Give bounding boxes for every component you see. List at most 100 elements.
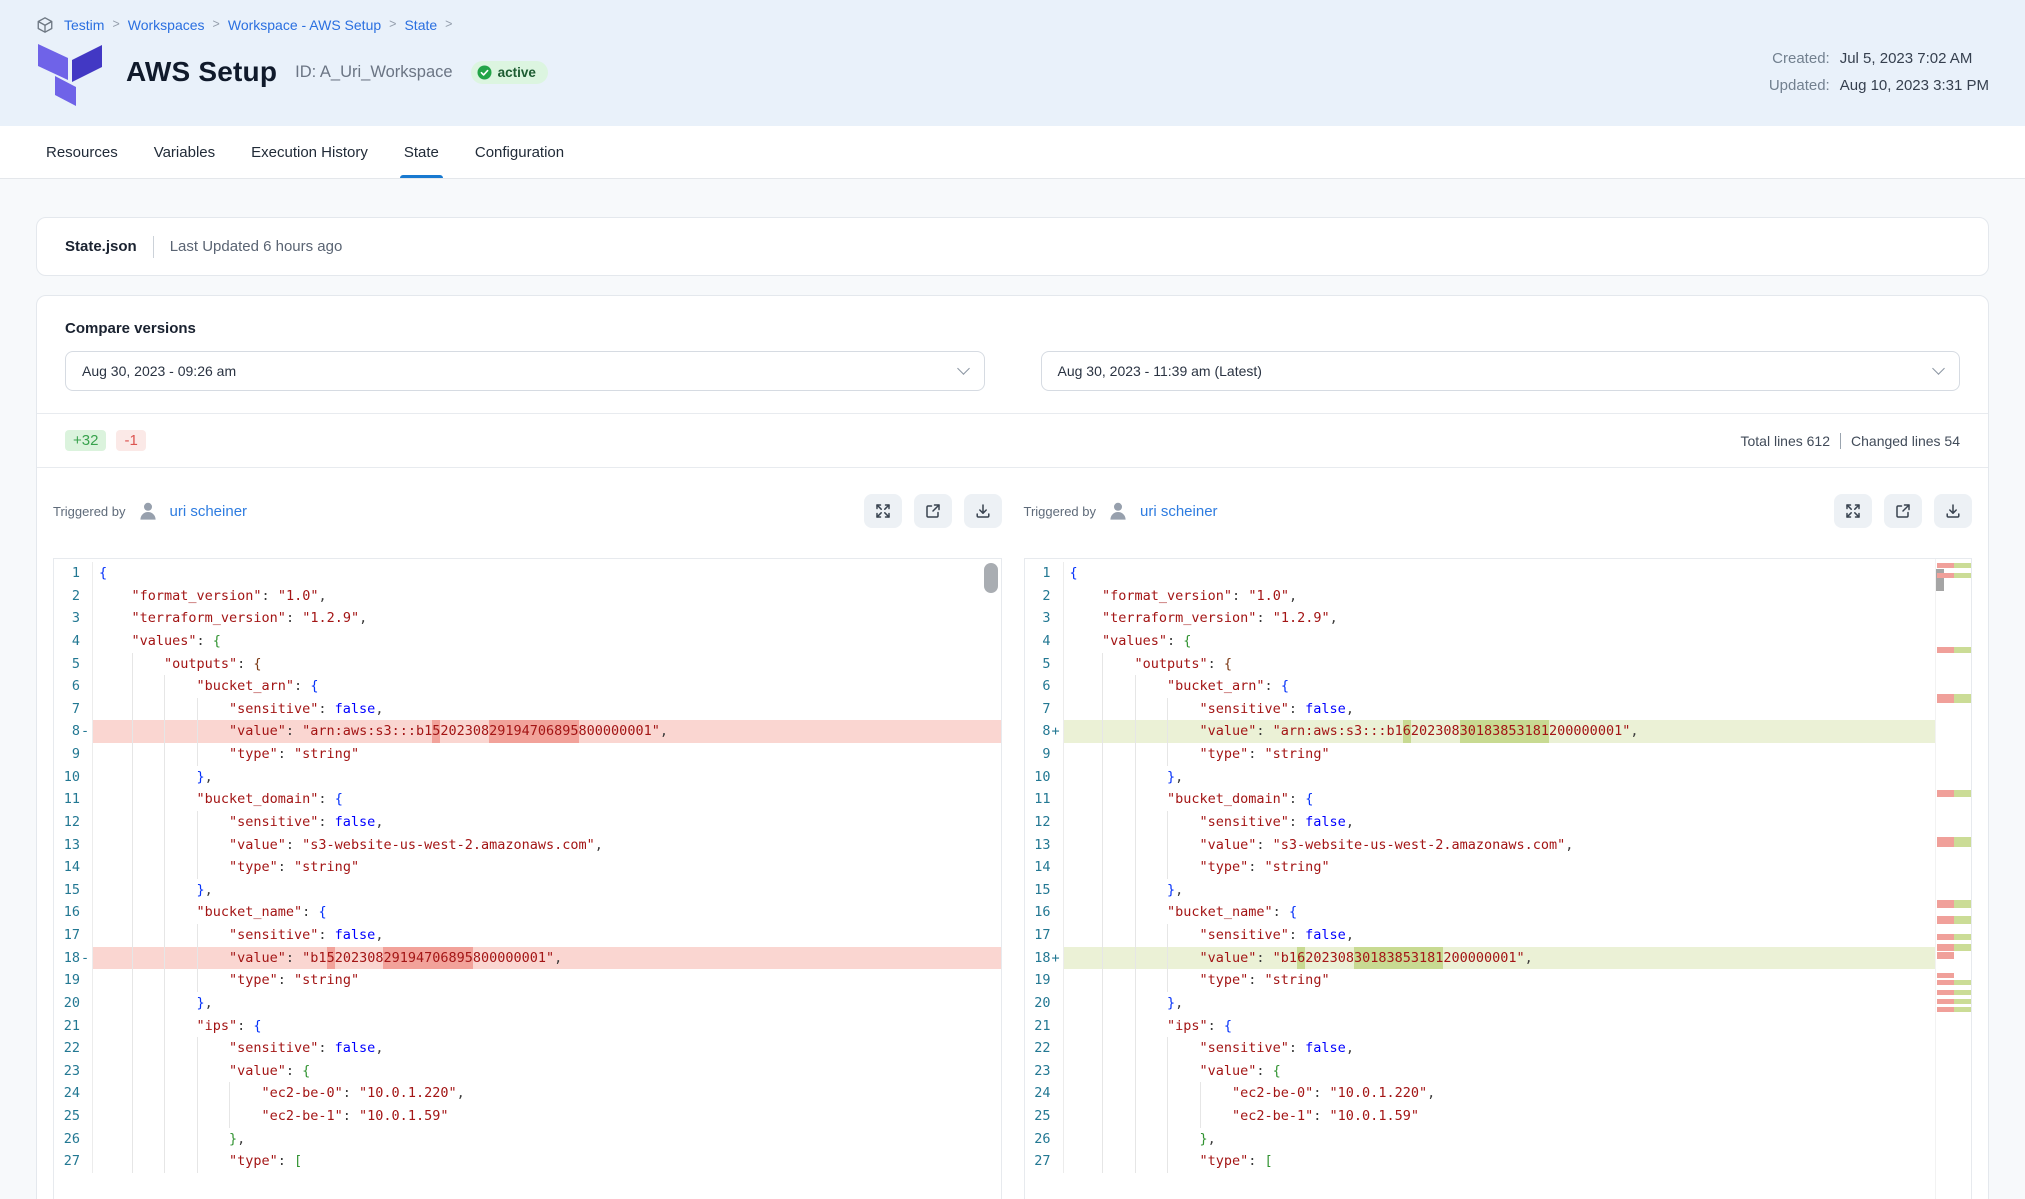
line-number: 5 xyxy=(1025,653,1051,676)
diff-line-marker xyxy=(1051,901,1063,924)
diff-line-marker xyxy=(1051,630,1063,653)
line-number: 10 xyxy=(1025,766,1051,789)
diff-map-removed-mark xyxy=(1937,1007,1954,1012)
line-number: 25 xyxy=(1025,1105,1051,1128)
code-line: 4"values": { xyxy=(54,630,1001,653)
download-button[interactable] xyxy=(964,494,1002,528)
triggered-by-user-link[interactable]: uri scheiner xyxy=(170,503,248,520)
diff-line-marker xyxy=(1051,1105,1063,1128)
diff-map-added-mark xyxy=(1954,999,1971,1004)
breadcrumb-link-testim[interactable]: Testim xyxy=(64,17,104,33)
updated-label: Updated: xyxy=(1769,77,1830,94)
code-line: 10}, xyxy=(54,766,1001,789)
code-line: 16"bucket_name": { xyxy=(1025,901,1972,924)
total-lines: Total lines 612 xyxy=(1741,433,1831,449)
line-number: 2 xyxy=(54,585,80,608)
expand-button[interactable] xyxy=(864,494,902,528)
line-number: 13 xyxy=(1025,834,1051,857)
expand-button[interactable] xyxy=(1834,494,1872,528)
breadcrumb-link-state[interactable]: State xyxy=(404,17,437,33)
breadcrumb-separator: > xyxy=(389,17,396,31)
triggered-by-user-link[interactable]: uri scheiner xyxy=(1140,503,1218,520)
tab-configuration[interactable]: Configuration xyxy=(475,126,564,178)
created-value: Jul 5, 2023 7:02 AM xyxy=(1840,50,1989,67)
version-select-right[interactable]: Aug 30, 2023 - 11:39 am (Latest) xyxy=(1041,351,1961,391)
diff-map-added-mark xyxy=(1954,1007,1971,1012)
code-line: 16"bucket_name": { xyxy=(54,901,1001,924)
code-line: 6"bucket_arn": { xyxy=(54,675,1001,698)
line-number: 25 xyxy=(54,1105,80,1128)
code-line: 3"terraform_version": "1.2.9", xyxy=(54,607,1001,630)
line-number: 16 xyxy=(54,901,80,924)
tab-resources[interactable]: Resources xyxy=(46,126,118,178)
line-number: 27 xyxy=(1025,1150,1051,1173)
diff-line-marker xyxy=(1051,653,1063,676)
breadcrumb-link-workspace-aws-setup[interactable]: Workspace - AWS Setup xyxy=(228,17,381,33)
open-in-new-icon xyxy=(925,503,941,519)
download-icon xyxy=(975,503,991,519)
diff-line-marker xyxy=(80,766,92,789)
scrollbar-thumb[interactable] xyxy=(984,563,998,593)
diff-line-marker xyxy=(80,607,92,630)
code-line: 4"values": { xyxy=(1025,630,1972,653)
line-number: 26 xyxy=(54,1128,80,1151)
version-select-left[interactable]: Aug 30, 2023 - 09:26 am xyxy=(65,351,985,391)
line-number: 9 xyxy=(54,743,80,766)
code-line: 7"sensitive": false, xyxy=(54,698,1001,721)
line-number: 14 xyxy=(54,856,80,879)
diff-map-removed-mark xyxy=(1937,563,1954,568)
diff-line-marker xyxy=(1051,879,1063,902)
tab-bar: Resources Variables Execution History St… xyxy=(0,126,2025,179)
open-in-new-button[interactable] xyxy=(914,494,952,528)
version-select-right-value: Aug 30, 2023 - 11:39 am (Latest) xyxy=(1058,363,1262,379)
code-line: 24"ec2-be-0": "10.0.1.220", xyxy=(1025,1082,1972,1105)
diff-line-marker: + xyxy=(1051,720,1063,743)
line-number: 4 xyxy=(1025,630,1051,653)
code-line: 1{ xyxy=(1025,562,1972,585)
diff-line-marker xyxy=(1051,1060,1063,1083)
tab-execution-history[interactable]: Execution History xyxy=(251,126,368,178)
line-number: 23 xyxy=(1025,1060,1051,1083)
tab-state[interactable]: State xyxy=(404,126,439,178)
code-panel-new: 1{2"format_version": "1.0",3"terraform_v… xyxy=(1024,558,1973,1199)
person-icon xyxy=(137,500,159,522)
diff-line-marker xyxy=(80,1082,92,1105)
line-number: 13 xyxy=(54,834,80,857)
line-number: 20 xyxy=(1025,992,1051,1015)
line-number: 17 xyxy=(1025,924,1051,947)
line-number: 1 xyxy=(1025,562,1051,585)
code-line: 18+"value": "b16202308301838531812000000… xyxy=(1025,947,1972,970)
code-line: 23"value": { xyxy=(54,1060,1001,1083)
code-line: 1{ xyxy=(54,562,1001,585)
changed-lines: Changed lines 54 xyxy=(1851,433,1960,449)
diff-line-marker xyxy=(1051,834,1063,857)
line-number: 19 xyxy=(54,969,80,992)
code-line: 25"ec2-be-1": "10.0.1.59" xyxy=(54,1105,1001,1128)
line-number: 3 xyxy=(1025,607,1051,630)
diff-map-removed-mark xyxy=(1937,944,1954,951)
diff-line-marker xyxy=(80,901,92,924)
open-in-new-icon xyxy=(1895,503,1911,519)
diff-map xyxy=(1935,559,1971,1199)
diff-line-marker xyxy=(1051,992,1063,1015)
vertical-divider xyxy=(1840,433,1841,449)
diff-line-marker xyxy=(80,1105,92,1128)
open-in-new-button[interactable] xyxy=(1884,494,1922,528)
diff-line-marker: - xyxy=(80,947,92,970)
line-number: 12 xyxy=(54,811,80,834)
tab-variables[interactable]: Variables xyxy=(154,126,215,178)
breadcrumb-separator: > xyxy=(112,17,119,31)
download-button[interactable] xyxy=(1934,494,1972,528)
chevron-down-icon xyxy=(957,362,970,375)
diff-line-marker xyxy=(80,698,92,721)
breadcrumb-link-workspaces[interactable]: Workspaces xyxy=(128,17,205,33)
code-line: 2"format_version": "1.0", xyxy=(1025,585,1972,608)
diff-map-added-mark xyxy=(1954,790,1971,797)
line-number: 20 xyxy=(54,992,80,1015)
active-tab-underline xyxy=(400,175,443,179)
line-number: 8 xyxy=(54,720,80,743)
diff-line-marker xyxy=(80,1150,92,1173)
code-line: 21"ips": { xyxy=(1025,1015,1972,1038)
code-line: 2"format_version": "1.0", xyxy=(54,585,1001,608)
code-line: 18-"value": "b15202308291947068958000000… xyxy=(54,947,1001,970)
